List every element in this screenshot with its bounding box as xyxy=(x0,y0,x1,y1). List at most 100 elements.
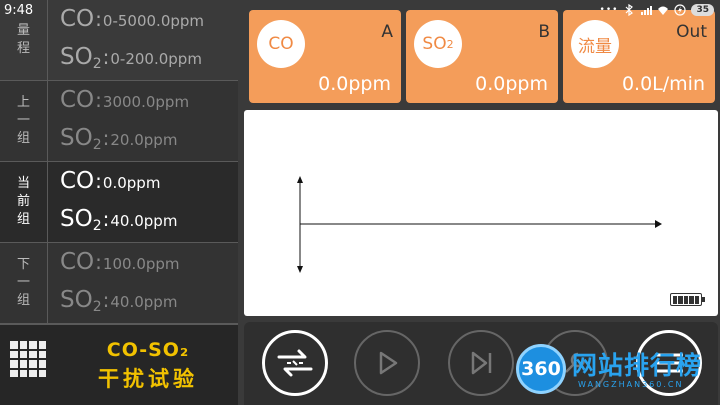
so2-row: SO2 : 40.0ppm xyxy=(60,206,177,234)
y-axis-arrow-down xyxy=(297,266,303,273)
side-char: 量 xyxy=(16,23,30,38)
left-footer: CO-SO₂ 干扰试验 xyxy=(0,324,238,405)
play-button[interactable] xyxy=(354,330,420,396)
co-row: CO : 3000.0ppm xyxy=(60,87,189,113)
next-group[interactable]: 下 一 组 CO : 100.0ppm SO2 : 40.0ppm xyxy=(0,243,238,324)
watermark-logo: 360 xyxy=(516,344,566,394)
colon: : xyxy=(102,207,110,231)
co-label: CO xyxy=(60,6,95,32)
status-icons: ••• 35 xyxy=(600,4,714,16)
colon: : xyxy=(102,126,110,150)
play-icon xyxy=(379,351,398,375)
so2-label-text: SO xyxy=(60,125,93,151)
circle-text: SO xyxy=(422,34,447,54)
side-char: 一 xyxy=(16,113,30,128)
circle-text: CO xyxy=(268,34,294,54)
x-axis-arrow xyxy=(655,220,662,228)
so2-row: SO2 : 0-200.0ppm xyxy=(60,44,202,72)
watermark-subtext: WANGZHAN360.CN xyxy=(578,380,684,389)
side-char: 组 xyxy=(16,131,30,146)
co-value: 0.0ppm xyxy=(102,174,161,192)
co-row: CO : 0.0ppm xyxy=(60,168,160,194)
co-row: CO : 0-5000.0ppm xyxy=(60,6,204,32)
card-circle: CO xyxy=(257,20,305,68)
grid-menu-icon[interactable] xyxy=(10,341,46,377)
y-axis-arrow-up xyxy=(297,176,303,183)
co-value: 100.0ppm xyxy=(102,255,180,273)
so2-label-text: SO xyxy=(60,44,93,70)
app-brand: CO-SO₂ 干扰试验 xyxy=(62,339,234,393)
so2-label-text: SO xyxy=(60,206,93,232)
wifi-icon xyxy=(658,6,669,15)
brand-line-2: 干扰试验 xyxy=(98,367,198,391)
signal-icon xyxy=(641,6,653,15)
card-tag: A xyxy=(381,22,393,42)
side-char: 前 xyxy=(16,194,30,209)
watermark-text: 网站排行榜 xyxy=(572,351,703,380)
switch-button[interactable] xyxy=(262,330,328,396)
so2-subscript: 2 xyxy=(92,299,102,315)
colon: : xyxy=(95,169,102,193)
card-tag: Out xyxy=(676,22,707,42)
so2-label: SO2 xyxy=(60,287,102,315)
so2-label: SO2 xyxy=(60,44,102,72)
so2-label-text: SO xyxy=(60,287,93,313)
so2-value: 40.0ppm xyxy=(110,212,178,230)
status-time: 9:48 xyxy=(4,3,34,18)
side-char: 上 xyxy=(16,95,30,110)
side-char: 当 xyxy=(16,176,30,191)
so2-row: SO2 : 40.0ppm xyxy=(60,287,177,315)
side-char: 下 xyxy=(16,257,30,272)
bluetooth-icon xyxy=(626,4,634,16)
flow-card[interactable]: 流量 Out 0.0L/min xyxy=(563,10,715,103)
current-group[interactable]: 当 前 组 CO : 0.0ppm SO2 : 40.0ppm xyxy=(0,162,238,243)
colon: : xyxy=(102,288,110,312)
side-char: 组 xyxy=(16,212,30,227)
side-char: 程 xyxy=(16,41,30,56)
range-group[interactable]: 量 程 CO : 0-5000.0ppm SO2 : 0-200.0ppm xyxy=(0,0,238,81)
group-side-label: 下 一 组 xyxy=(0,243,48,323)
co-value: 3000.0ppm xyxy=(102,93,190,111)
device-battery-icon xyxy=(670,293,705,306)
side-char: 组 xyxy=(16,293,30,308)
so2-value: 0-200.0ppm xyxy=(110,50,202,68)
card-circle: 流量 xyxy=(571,20,619,68)
card-circle: SO 2 xyxy=(414,20,462,68)
colon: : xyxy=(95,88,102,112)
charging-icon xyxy=(674,4,687,16)
side-char: 一 xyxy=(16,275,30,290)
brand-line-1: CO-SO₂ xyxy=(106,339,190,361)
so2-value: 20.0ppm xyxy=(110,131,178,149)
battery-level: 35 xyxy=(691,4,714,16)
co-value: 0-5000.0ppm xyxy=(102,12,205,30)
circle-text: 流量 xyxy=(578,36,612,57)
card-reading: 0.0L/min xyxy=(621,73,705,95)
card-reading: 0.0ppm xyxy=(475,73,548,95)
co-sensor-card[interactable]: CO A 0.0ppm xyxy=(249,10,401,103)
skip-next-icon xyxy=(471,351,492,375)
colon: : xyxy=(95,250,102,274)
group-side-label: 当 前 组 xyxy=(0,162,48,242)
so2-row: SO2 : 20.0ppm xyxy=(60,125,177,153)
site-watermark: 360 网站排行榜 WANGZHAN360.CN xyxy=(512,340,720,400)
co-label: CO xyxy=(60,87,95,113)
so2-sensor-card[interactable]: SO 2 B 0.0ppm xyxy=(406,10,558,103)
colon: : xyxy=(95,7,102,31)
previous-group[interactable]: 上 一 组 CO : 3000.0ppm SO2 : 20.0ppm xyxy=(0,81,238,162)
plot-area xyxy=(244,110,718,316)
so2-subscript: 2 xyxy=(92,137,102,153)
so2-subscript: 2 xyxy=(92,218,102,234)
skip-next-button[interactable] xyxy=(448,330,514,396)
so2-subscript: 2 xyxy=(92,56,102,72)
co-label: CO xyxy=(60,249,95,275)
card-reading: 0.0ppm xyxy=(318,73,391,95)
circle-subscript: 2 xyxy=(446,37,454,51)
so2-value: 40.0ppm xyxy=(110,293,178,311)
so2-label: SO2 xyxy=(60,125,102,153)
notification-dots-icon: ••• xyxy=(599,5,619,15)
colon: : xyxy=(102,45,110,69)
co-row: CO : 100.0ppm xyxy=(60,249,180,275)
left-panel: 量 程 CO : 0-5000.0ppm SO2 : 0-200.0ppm 上 … xyxy=(0,0,238,405)
group-side-label: 上 一 组 xyxy=(0,81,48,161)
plot-axes xyxy=(297,176,662,273)
